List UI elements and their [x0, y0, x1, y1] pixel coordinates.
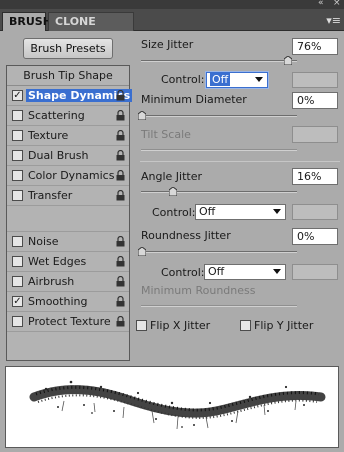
slider-thumb-icon[interactable]: [138, 247, 146, 256]
panel-menu-icon[interactable]: ▾≡: [326, 14, 341, 27]
checkbox[interactable]: [12, 276, 23, 287]
list-item-protect-texture[interactable]: Protect Texture: [7, 312, 129, 332]
list-item-scattering[interactable]: Scattering: [7, 106, 129, 126]
list-item-label: Color Dynamics: [28, 169, 115, 182]
brush-presets-button[interactable]: Brush Presets: [23, 38, 113, 59]
fade-steps-box: [292, 264, 338, 280]
checkbox[interactable]: ✓: [12, 90, 23, 101]
tilt-scale-slider: [141, 149, 297, 151]
angle-control-select[interactable]: Off: [195, 204, 286, 220]
list-item-label: Texture: [28, 129, 69, 142]
select-value: Off: [208, 265, 225, 278]
tilt-scale-label: Tilt Scale: [141, 128, 191, 141]
roundness-jitter-value[interactable]: 0%: [292, 228, 338, 245]
list-item-label: Scattering: [28, 109, 85, 122]
min-roundness-slider: [141, 305, 297, 307]
angle-jitter-slider[interactable]: [141, 191, 297, 193]
list-item-label: Wet Edges: [28, 255, 87, 268]
select-value: Off: [199, 205, 216, 218]
roundness-control-select[interactable]: Off: [204, 264, 286, 280]
flip-x-checkbox[interactable]: [136, 320, 147, 331]
brush-settings-list: Brush Tip Shape ✓ Shape Dynamics Scatter…: [6, 65, 133, 361]
roundness-jitter-slider[interactable]: [141, 251, 297, 253]
lock-icon[interactable]: [116, 296, 125, 307]
fade-steps-box: [292, 72, 338, 88]
lock-icon[interactable]: [116, 130, 125, 141]
min-diameter-value[interactable]: 0%: [292, 92, 338, 109]
checkbox[interactable]: [12, 256, 23, 267]
list-item-label: Airbrush: [28, 275, 75, 288]
list-item-label: Dual Brush: [28, 149, 89, 162]
angle-jitter-value[interactable]: 16%: [292, 168, 338, 185]
list-spacer: [7, 206, 129, 232]
tab-bar: BRUSH CLONE SOURCE ▾≡: [0, 9, 344, 46]
lock-icon[interactable]: [116, 150, 125, 161]
tab-brush[interactable]: BRUSH: [2, 12, 52, 31]
lock-icon[interactable]: [116, 256, 125, 267]
min-diameter-slider[interactable]: [141, 115, 297, 117]
chevron-down-icon: [273, 269, 281, 274]
brush-stroke-preview: [5, 366, 339, 448]
list-item-label: Protect Texture: [28, 315, 111, 328]
flip-x-label: Flip X Jitter: [150, 319, 211, 332]
roundness-jitter-label: Roundness Jitter: [141, 229, 231, 242]
checkbox[interactable]: [12, 170, 23, 181]
list-item-label: Noise: [28, 235, 59, 248]
checkbox[interactable]: [12, 190, 23, 201]
chevron-down-icon: [255, 77, 263, 82]
close-icon[interactable]: ×: [333, 0, 341, 8]
checkbox[interactable]: [12, 150, 23, 161]
list-item-noise[interactable]: Noise: [7, 232, 129, 252]
min-roundness-label: Minimum Roundness: [141, 284, 256, 297]
flip-y-label: Flip Y Jitter: [254, 319, 314, 332]
fade-steps-box: [292, 204, 338, 220]
brush-tip-shape-item[interactable]: Brush Tip Shape: [7, 66, 129, 86]
roundness-control-label: Control:: [161, 266, 205, 279]
flip-y-checkbox[interactable]: [240, 320, 251, 331]
checkbox[interactable]: [12, 110, 23, 121]
tab-clone-source[interactable]: CLONE SOURCE: [48, 12, 134, 46]
panel-titlebar: « ×: [0, 0, 344, 9]
slider-thumb-icon[interactable]: [169, 187, 177, 196]
double-arrow-icon[interactable]: «: [318, 0, 324, 8]
size-jitter-label: Size Jitter: [141, 38, 194, 51]
size-jitter-slider[interactable]: [141, 60, 297, 62]
list-item-smoothing[interactable]: ✓ Smoothing: [7, 292, 129, 312]
angle-control-label: Control:: [152, 206, 196, 219]
size-control-label: Control:: [161, 73, 205, 86]
lock-icon[interactable]: [116, 90, 125, 101]
brush-stroke-icon: [29, 380, 326, 430]
tilt-scale-value: [292, 126, 338, 143]
list-item-texture[interactable]: Texture: [7, 126, 129, 146]
list-item-shape-dynamics[interactable]: ✓ Shape Dynamics: [7, 86, 133, 106]
min-diameter-label: Minimum Diameter: [141, 93, 247, 106]
checkbox[interactable]: ✓: [12, 296, 23, 307]
select-value: Off: [210, 73, 231, 86]
list-item-airbrush[interactable]: Airbrush: [7, 272, 129, 292]
angle-jitter-label: Angle Jitter: [141, 170, 203, 183]
list-item-dual-brush[interactable]: Dual Brush: [7, 146, 129, 166]
lock-icon[interactable]: [116, 190, 125, 201]
chevron-down-icon: [273, 209, 281, 214]
divider: [140, 161, 340, 162]
slider-thumb-icon[interactable]: [284, 56, 292, 65]
brush-panel: Brush Presets Brush Tip Shape ✓ Shape Dy…: [0, 31, 344, 452]
list-item-transfer[interactable]: Transfer: [7, 186, 129, 206]
size-jitter-value[interactable]: 76%: [292, 38, 338, 55]
checkbox[interactable]: [12, 316, 23, 327]
checkbox[interactable]: [12, 130, 23, 141]
list-item-wet-edges[interactable]: Wet Edges: [7, 252, 129, 272]
size-control-select[interactable]: Off: [206, 72, 268, 88]
list-item-label: Transfer: [28, 189, 73, 202]
lock-icon[interactable]: [116, 316, 125, 327]
lock-icon[interactable]: [116, 276, 125, 287]
checkbox[interactable]: [12, 236, 23, 247]
list-item-color-dynamics[interactable]: Color Dynamics: [7, 166, 129, 186]
lock-icon[interactable]: [116, 110, 125, 121]
slider-thumb-icon[interactable]: [138, 111, 146, 120]
list-item-label: Smoothing: [28, 295, 88, 308]
lock-icon[interactable]: [116, 236, 125, 247]
lock-icon[interactable]: [116, 170, 125, 181]
